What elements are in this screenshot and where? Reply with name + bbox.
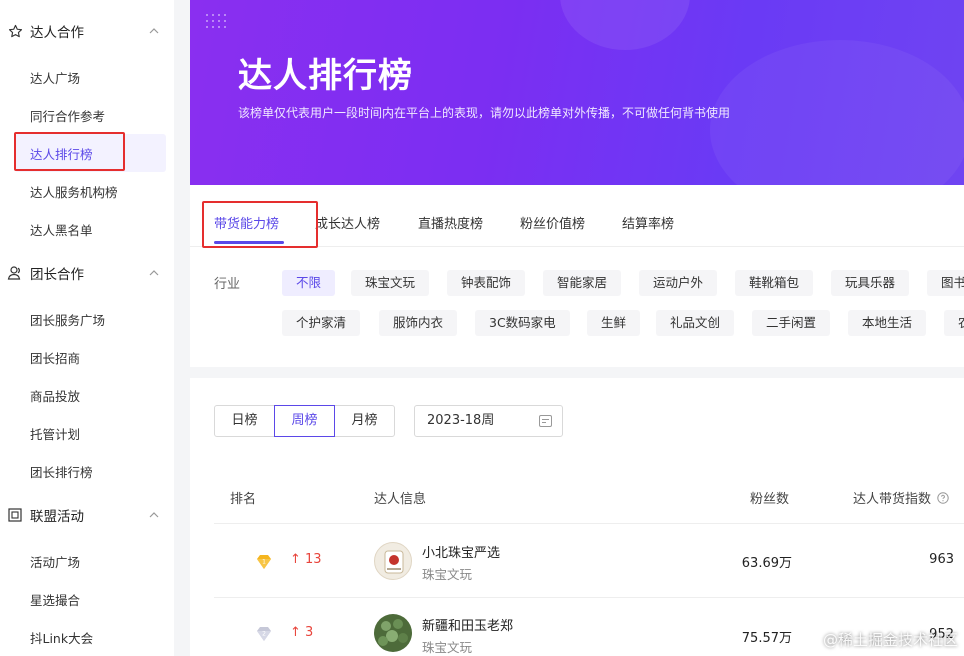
user-group-icon xyxy=(6,264,24,282)
column-header-fans[interactable]: 粉丝数 xyxy=(750,488,789,507)
sidebar-section-leader[interactable]: 团长合作 xyxy=(0,258,174,288)
ranking-tabs: 带货能力榜 成长达人榜 直播热度榜 粉丝价值榜 结算率榜 xyxy=(190,185,964,247)
week-picker[interactable]: 2023-18周 xyxy=(414,405,563,437)
ranking-table-panel: 日榜 周榜 月榜 2023-18周 排名 达人信息 粉丝数 达人带货指数 1 ↑… xyxy=(190,378,964,656)
talent-category: 珠宝文玩 xyxy=(422,567,473,582)
banner-decoration xyxy=(710,40,964,185)
filter-panel: 带货能力榜 成长达人榜 直播热度榜 粉丝价值榜 结算率榜 行业 不限 珠宝文玩 … xyxy=(190,185,964,367)
star-outline-icon xyxy=(6,22,24,40)
talent-name[interactable]: 小北珠宝严选 xyxy=(422,542,500,561)
industry-chip[interactable]: 生鲜 xyxy=(587,310,641,336)
sidebar-item-product-placement[interactable]: 商品投放 xyxy=(0,376,174,414)
industry-chip[interactable]: 钟表配饰 xyxy=(447,270,526,296)
active-tab-indicator xyxy=(214,241,284,244)
sidebar-item-talent-ranking[interactable]: 达人排行榜 xyxy=(15,134,166,172)
svg-text:1: 1 xyxy=(262,559,266,566)
industry-chip[interactable]: 鞋靴箱包 xyxy=(735,270,814,296)
table-row[interactable]: 1 ↑ 13 小北珠宝严选 珠宝文玩 63.69万 963 xyxy=(214,524,964,598)
sidebar-item-activity-plaza[interactable]: 活动广场 xyxy=(0,542,174,580)
sidebar-item-leader-recruit[interactable]: 团长招商 xyxy=(0,338,174,376)
column-header-info: 达人信息 xyxy=(374,492,427,507)
industry-chip[interactable]: 图书 xyxy=(927,270,964,296)
sidebar-item-leader-plaza[interactable]: 团长服务广场 xyxy=(0,300,174,338)
silver-medal-icon: 2 xyxy=(257,627,271,641)
industry-chip[interactable]: 本地生活 xyxy=(848,310,927,336)
column-header-rank: 排名 xyxy=(230,492,257,507)
calendar-icon xyxy=(6,506,24,524)
calendar-icon xyxy=(539,415,552,427)
sidebar: 达人合作 达人广场 同行合作参考 达人排行榜 达人服务机构榜 达人黑名单 团长合… xyxy=(0,0,174,656)
industry-chip[interactable]: 智能家居 xyxy=(543,270,622,296)
period-month-button[interactable]: 月榜 xyxy=(334,405,395,437)
sidebar-section-title: 联盟活动 xyxy=(30,509,84,525)
sidebar-item-agency-ranking[interactable]: 达人服务机构榜 xyxy=(0,172,174,210)
industry-chip[interactable]: 玩具乐器 xyxy=(831,270,910,296)
avatar[interactable] xyxy=(374,614,412,652)
sidebar-item-star-match[interactable]: 星选撮合 xyxy=(0,580,174,618)
banner-decoration xyxy=(560,0,690,50)
tab-sales-ability[interactable]: 带货能力榜 xyxy=(214,213,279,232)
chevron-up-icon[interactable] xyxy=(144,512,164,518)
industry-chip[interactable]: 农 xyxy=(944,310,964,336)
industry-chip[interactable]: 不限 xyxy=(282,270,336,296)
sidebar-item-hosting-plan[interactable]: 托管计划 xyxy=(0,414,174,452)
industry-label: 行业 xyxy=(214,277,241,292)
sidebar-section-talent[interactable]: 达人合作 xyxy=(0,16,174,46)
industry-chip[interactable]: 运动户外 xyxy=(639,270,718,296)
fans-count: 75.57万 xyxy=(741,631,792,646)
period-switch: 日榜 周榜 月榜 xyxy=(214,405,395,437)
period-day-button[interactable]: 日榜 xyxy=(214,405,275,437)
fans-count: 63.69万 xyxy=(741,556,792,571)
sidebar-item-blacklist[interactable]: 达人黑名单 xyxy=(0,210,174,248)
rank-change-value: 3 xyxy=(305,625,314,640)
rank-change: ↑ 13 xyxy=(290,552,322,567)
chevron-up-icon[interactable] xyxy=(144,28,164,34)
tab-growth[interactable]: 成长达人榜 xyxy=(315,213,380,232)
week-value: 2023-18周 xyxy=(427,413,495,428)
banner-dots-decoration xyxy=(204,12,230,30)
tab-settlement-rate[interactable]: 结算率榜 xyxy=(622,213,674,232)
talent-category: 珠宝文玩 xyxy=(422,640,473,655)
sidebar-section-alliance[interactable]: 联盟活动 xyxy=(0,500,174,530)
svg-text:2: 2 xyxy=(262,631,266,638)
help-icon[interactable] xyxy=(937,492,949,504)
sidebar-section-title: 达人合作 xyxy=(30,25,84,41)
sidebar-item-link-conference[interactable]: 抖Link大会 xyxy=(0,618,174,656)
tab-live-heat[interactable]: 直播热度榜 xyxy=(418,213,483,232)
rank-change-value: 13 xyxy=(305,552,322,567)
industry-chip[interactable]: 个护家清 xyxy=(282,310,361,336)
tab-fan-value[interactable]: 粉丝价值榜 xyxy=(520,213,585,232)
column-header-index-label: 达人带货指数 xyxy=(853,492,932,507)
rank-change: ↑ 3 xyxy=(290,625,314,640)
column-header-index[interactable]: 达人带货指数 xyxy=(853,488,949,507)
period-week-button[interactable]: 周榜 xyxy=(274,405,335,437)
avatar[interactable] xyxy=(374,542,412,580)
industry-chip[interactable]: 二手闲置 xyxy=(752,310,831,336)
sidebar-section-title: 团长合作 xyxy=(30,267,84,283)
industry-chip[interactable]: 服饰内衣 xyxy=(379,310,458,336)
banner: 达人排行榜 该榜单仅代表用户一段时间内在平台上的表现，请勿以此榜单对外传播，不可… xyxy=(190,0,964,185)
gold-medal-icon: 1 xyxy=(257,555,271,569)
chevron-up-icon[interactable] xyxy=(144,270,164,276)
sidebar-item-talent-plaza[interactable]: 达人广场 xyxy=(0,58,174,96)
sidebar-item-leader-ranking[interactable]: 团长排行榜 xyxy=(0,452,174,490)
sidebar-item-peer-reference[interactable]: 同行合作参考 xyxy=(0,96,174,134)
industry-chip[interactable]: 珠宝文玩 xyxy=(351,270,430,296)
sales-index: 963 xyxy=(929,552,954,567)
talent-name[interactable]: 新疆和田玉老郑 xyxy=(422,615,513,634)
industry-chip[interactable]: 3C数码家电 xyxy=(475,310,570,336)
page-disclaimer: 该榜单仅代表用户一段时间内在平台上的表现，请勿以此榜单对外传播，不可做任何背书使… xyxy=(238,106,731,120)
watermark: @稀土掘金技术社区 xyxy=(822,631,958,649)
industry-chip[interactable]: 礼品文创 xyxy=(656,310,735,336)
page-title: 达人排行榜 xyxy=(238,56,413,96)
